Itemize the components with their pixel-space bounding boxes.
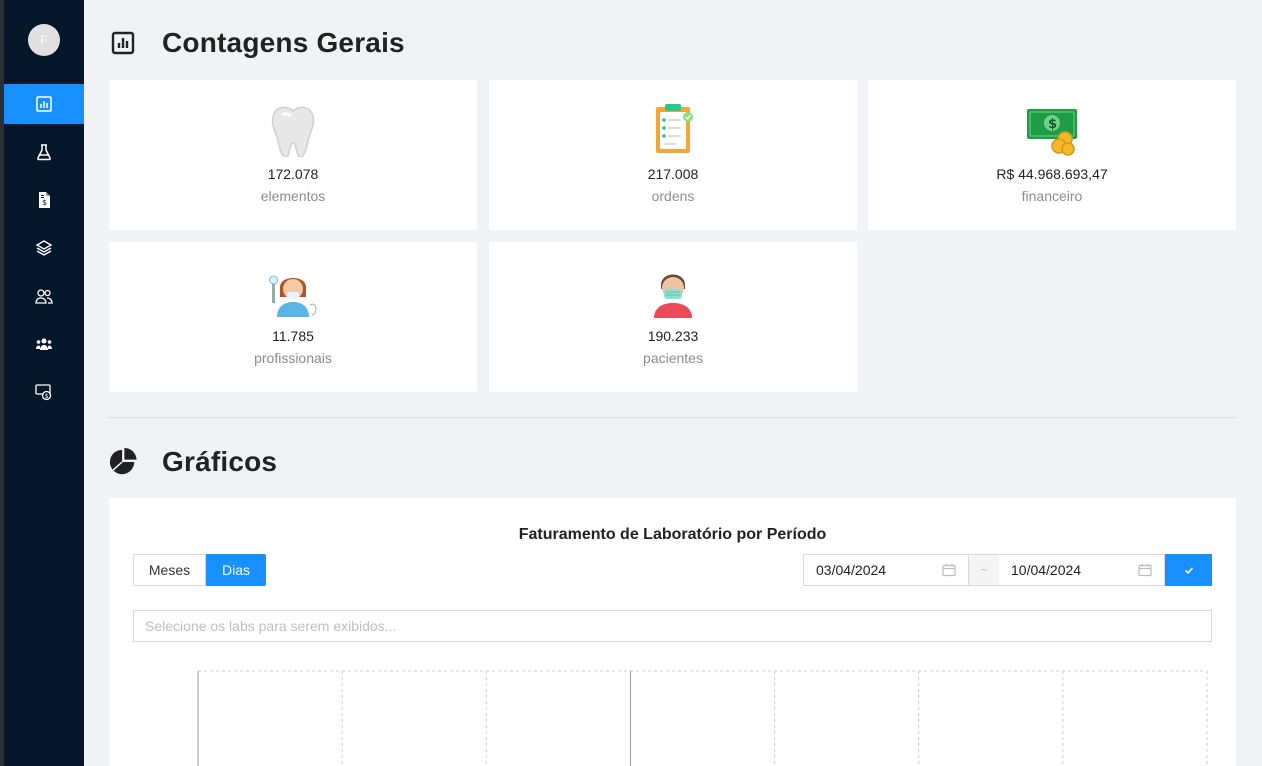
money-coins-icon: $ bbox=[1024, 102, 1080, 158]
count-label: financeiro bbox=[1021, 188, 1083, 204]
users-icon bbox=[35, 289, 53, 304]
avatar-initial: F bbox=[40, 33, 48, 47]
layers-icon bbox=[35, 240, 53, 256]
count-value: 172.078 bbox=[267, 166, 319, 182]
count-value: 190.233 bbox=[647, 328, 699, 344]
sidebar-item-equipes[interactable] bbox=[4, 324, 84, 364]
flask-icon bbox=[37, 144, 51, 161]
count-value: R$ 44.968.693,47 bbox=[996, 166, 1108, 182]
count-card-financeiro: $ R$ 44.968.693,47 financeiro bbox=[868, 80, 1236, 230]
count-card-ordens: 217.008 ordens bbox=[489, 80, 857, 230]
count-value: 217.008 bbox=[647, 166, 699, 182]
bar-chart-icon bbox=[108, 28, 138, 58]
sidebar-item-financeiro[interactable]: $ bbox=[4, 180, 84, 220]
count-label: ordens bbox=[651, 188, 695, 204]
sidebar-item-pagamentos[interactable]: $ bbox=[4, 372, 84, 412]
money-exchange-icon: $ bbox=[35, 384, 52, 401]
chart-grid bbox=[197, 670, 1208, 766]
count-label: pacientes bbox=[643, 350, 703, 366]
sidebar-item-dashboard[interactable] bbox=[4, 84, 84, 124]
charts-title: Gráficos bbox=[162, 446, 278, 477]
counts-section-header: Contagens Gerais bbox=[108, 27, 405, 59]
team-icon bbox=[36, 338, 52, 350]
dentist-icon bbox=[265, 264, 321, 320]
avatar[interactable]: F bbox=[28, 24, 60, 56]
sidebar-item-laboratorio[interactable] bbox=[4, 132, 84, 172]
patient-mask-icon bbox=[645, 264, 701, 320]
count-value: 11.785 bbox=[272, 328, 314, 344]
count-card-pacientes: 190.233 pacientes bbox=[489, 242, 857, 392]
clipboard-icon bbox=[645, 102, 701, 158]
svg-text:$: $ bbox=[45, 393, 49, 400]
main-content: Contagens Gerais 172.078 elementos 217.0… bbox=[84, 0, 1262, 766]
sidebar: F $ $ bbox=[0, 0, 84, 766]
section-divider bbox=[108, 417, 1236, 418]
svg-text:$: $ bbox=[1048, 117, 1057, 132]
count-label: elementos bbox=[260, 188, 326, 204]
invoice-dollar-icon: $ bbox=[39, 192, 50, 208]
count-card-elementos: 172.078 elementos bbox=[109, 80, 477, 230]
sidebar-item-profissionais[interactable] bbox=[4, 276, 84, 316]
tooth-icon bbox=[265, 102, 321, 158]
sidebar-item-elementos[interactable] bbox=[4, 228, 84, 268]
charts-section-header: Gráficos bbox=[108, 446, 277, 478]
svg-text:$: $ bbox=[42, 198, 47, 207]
count-label: profissionais bbox=[254, 350, 332, 366]
pie-chart-icon bbox=[108, 447, 138, 477]
chart-panel: Faturamento de Laboratório por Período M… bbox=[109, 498, 1236, 766]
counts-title: Contagens Gerais bbox=[162, 27, 405, 58]
chart-plot-area bbox=[197, 670, 1208, 766]
bar-chart-icon bbox=[36, 96, 52, 112]
count-card-profissionais: 11.785 profissionais bbox=[109, 242, 477, 392]
